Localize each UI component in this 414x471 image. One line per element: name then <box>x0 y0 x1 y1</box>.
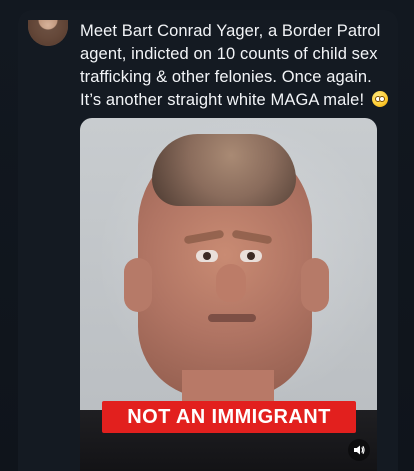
avatar-hair <box>28 20 68 46</box>
flushed-face-emoji-icon <box>371 91 388 107</box>
nose <box>216 264 246 302</box>
screen: Meet Bart Conrad Yager, a Border Patrol … <box>0 0 414 471</box>
post-media[interactable]: NOT AN IMMIGRANT <box>80 118 377 471</box>
right-eye <box>240 250 262 262</box>
right-ear <box>301 258 329 312</box>
left-eye <box>196 250 218 262</box>
mouth <box>208 314 256 322</box>
speaker-icon <box>354 445 365 455</box>
media-banner: NOT AN IMMIGRANT <box>102 401 356 433</box>
left-ear <box>124 258 152 312</box>
avatar[interactable] <box>28 20 68 46</box>
sound-toggle-button[interactable] <box>348 439 370 461</box>
post-text: Meet Bart Conrad Yager, a Border Patrol … <box>80 20 390 112</box>
man-hair <box>152 134 296 206</box>
post-body-text: Meet Bart Conrad Yager, a Border Patrol … <box>80 22 381 109</box>
